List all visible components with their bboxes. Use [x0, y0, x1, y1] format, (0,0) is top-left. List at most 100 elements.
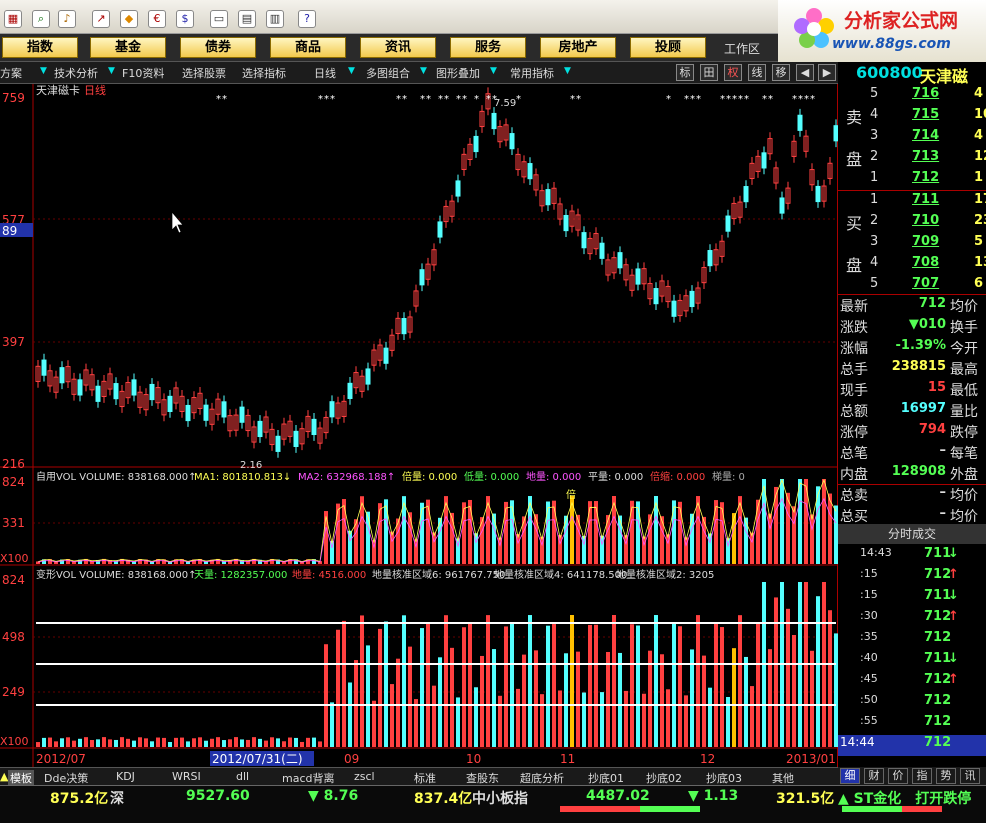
indicator-tab[interactable]: KDJ [116, 770, 135, 783]
tab-select-stock[interactable]: 选择股票 [182, 65, 226, 81]
menu-news-button[interactable]: 资讯 [360, 37, 436, 58]
signal-marker: * [420, 94, 425, 105]
tab-technical[interactable]: 技术分析 [54, 65, 98, 81]
ob-price[interactable]: 716 [912, 86, 939, 101]
indicator-tab[interactable]: 模板 [8, 770, 34, 786]
ob-price[interactable]: 713 [912, 149, 939, 164]
tick-time: :30 [860, 609, 878, 622]
sell-row[interactable]: 2 713 12 [868, 149, 986, 170]
right-panel-tab[interactable]: 讯 [960, 768, 980, 784]
grid-icon[interactable]: ▦ [4, 10, 22, 28]
volume2-bar [510, 623, 514, 747]
buy-row[interactable]: 2 710 23 [868, 213, 986, 234]
next-button[interactable]: ▶ [818, 64, 836, 81]
sell-row[interactable]: 1 712 1 [868, 170, 986, 191]
binoculars-icon[interactable]: ⌕ [32, 10, 50, 28]
menu-index-button[interactable]: 指数 [2, 37, 78, 58]
signal-marker: * [438, 94, 443, 105]
volume-bar [342, 499, 346, 564]
indicator-tab[interactable]: WRSI [172, 770, 201, 783]
volume2-bar [36, 742, 40, 747]
indicator-tab[interactable]: 抄底03 [706, 770, 742, 786]
line-button[interactable]: 线 [748, 64, 766, 81]
chart-up-icon[interactable]: ↗ [92, 10, 110, 28]
mark-button[interactable]: 标 [676, 64, 694, 81]
chart-canvas[interactable]: 759 577 89 397 216 天津磁卡 日线 7.59 2.16 824… [0, 83, 839, 767]
grid-button[interactable]: 田 [700, 64, 718, 81]
buy-row[interactable]: 4 708 13 [868, 255, 986, 276]
tab-multi-chart[interactable]: 多图组合 [366, 65, 410, 81]
ob-price[interactable]: 711 [912, 192, 939, 207]
prev-button[interactable]: ◀ [796, 64, 814, 81]
kline-chart[interactable]: 759 577 89 397 216 天津磁卡 日线 7.59 2.16 824… [0, 83, 839, 767]
dropdown-arrow-icon[interactable]: ▼ [564, 66, 571, 76]
right-panel-tab[interactable]: 细 [840, 768, 860, 784]
dollar-icon[interactable]: $ [176, 10, 194, 28]
dropdown-arrow-icon[interactable]: ▼ [40, 66, 47, 76]
menu-bond-button[interactable]: 债券 [180, 37, 256, 58]
quote-value: 16997 [900, 401, 946, 416]
indicator-tab[interactable]: macd背离 [282, 770, 335, 786]
menu-commodity-button[interactable]: 商品 [270, 37, 346, 58]
buy-row[interactable]: 1 711 17 [868, 192, 986, 213]
dropdown-arrow-icon[interactable]: ▼ [490, 66, 497, 76]
currency-icon[interactable]: € [148, 10, 166, 28]
diamond-icon[interactable]: ◆ [120, 10, 138, 28]
bell-icon[interactable]: ♪ [58, 10, 76, 28]
right-panel-tab[interactable]: 财 [864, 768, 884, 784]
ob-price[interactable]: 707 [912, 276, 939, 291]
tab-common-indicator[interactable]: 常用指标 [510, 65, 554, 81]
indicator-tab[interactable]: 其他 [772, 770, 794, 786]
menu-service-button[interactable]: 服务 [450, 37, 526, 58]
dropdown-arrow-icon[interactable]: ▼ [108, 66, 115, 76]
dropdown-arrow-icon[interactable]: ▼ [420, 66, 427, 76]
quote-tail-label: 最高 [950, 362, 978, 378]
help-icon[interactable]: ? [298, 10, 316, 28]
candle-body [239, 406, 245, 423]
calculator-icon[interactable]: ▤ [238, 10, 256, 28]
ob-price[interactable]: 708 [912, 255, 939, 270]
candle-body [527, 163, 533, 180]
right-panel-tab[interactable]: 价 [888, 768, 908, 784]
right-panel-tab[interactable]: 指 [912, 768, 932, 784]
tab-overlay[interactable]: 图形叠加 [436, 65, 480, 81]
tab-daily[interactable]: 日线 [314, 65, 336, 81]
books-icon[interactable]: ▥ [266, 10, 284, 28]
indicator-tab[interactable]: dll [236, 770, 249, 783]
workarea-label[interactable]: 工作区 [724, 40, 760, 57]
dropdown-arrow-icon[interactable]: ▼ [348, 66, 355, 76]
sell-row[interactable]: 3 714 4 [868, 128, 986, 149]
buy-row[interactable]: 3 709 5 [868, 234, 986, 255]
tab-select-indicator[interactable]: 选择指标 [242, 65, 286, 81]
menu-realestate-button[interactable]: 房地产 [540, 37, 616, 58]
indicator-tab[interactable]: Dde决策 [44, 770, 88, 786]
sell-row[interactable]: 5 716 4 [868, 86, 986, 107]
indicator-tab[interactable]: 抄底02 [646, 770, 682, 786]
rights-button[interactable]: 权 [724, 64, 742, 81]
tab-scheme[interactable]: 方案 [0, 65, 22, 81]
indicator-tab[interactable]: zscl [354, 770, 375, 783]
tab-f10[interactable]: F10资料 [122, 65, 164, 81]
ob-price[interactable]: 714 [912, 128, 939, 143]
ob-price[interactable]: 709 [912, 234, 939, 249]
menu-fund-button[interactable]: 基金 [90, 37, 166, 58]
vol-header-item: 平量: 0.000 [588, 471, 643, 483]
indicator-tab[interactable]: 抄底01 [588, 770, 624, 786]
volume2-bar [708, 687, 712, 747]
ob-price[interactable]: 715 [912, 107, 939, 122]
right-panel-tab[interactable]: 势 [936, 768, 956, 784]
ob-price[interactable]: 712 [912, 170, 939, 185]
sell-row[interactable]: 4 715 10 [868, 107, 986, 128]
candle-body [275, 435, 281, 452]
menu-advisor-button[interactable]: 投顾 [630, 37, 706, 58]
move-button[interactable]: 移 [772, 64, 790, 81]
quote-row: 涨跌 ▼010 换手 [838, 317, 986, 338]
indicator-tab[interactable]: 标准 [414, 770, 436, 786]
volume2-bar [294, 737, 298, 747]
x-label-09: 09 [344, 752, 359, 766]
news-ticker[interactable]: ▲ ST金化 打开跌停 [838, 788, 971, 808]
indicator-tab[interactable]: 超底分析 [520, 770, 564, 786]
indicator-tab[interactable]: 查股东 [466, 770, 499, 786]
monitor-icon[interactable]: ▭ [210, 10, 228, 28]
ob-price[interactable]: 710 [912, 213, 939, 228]
